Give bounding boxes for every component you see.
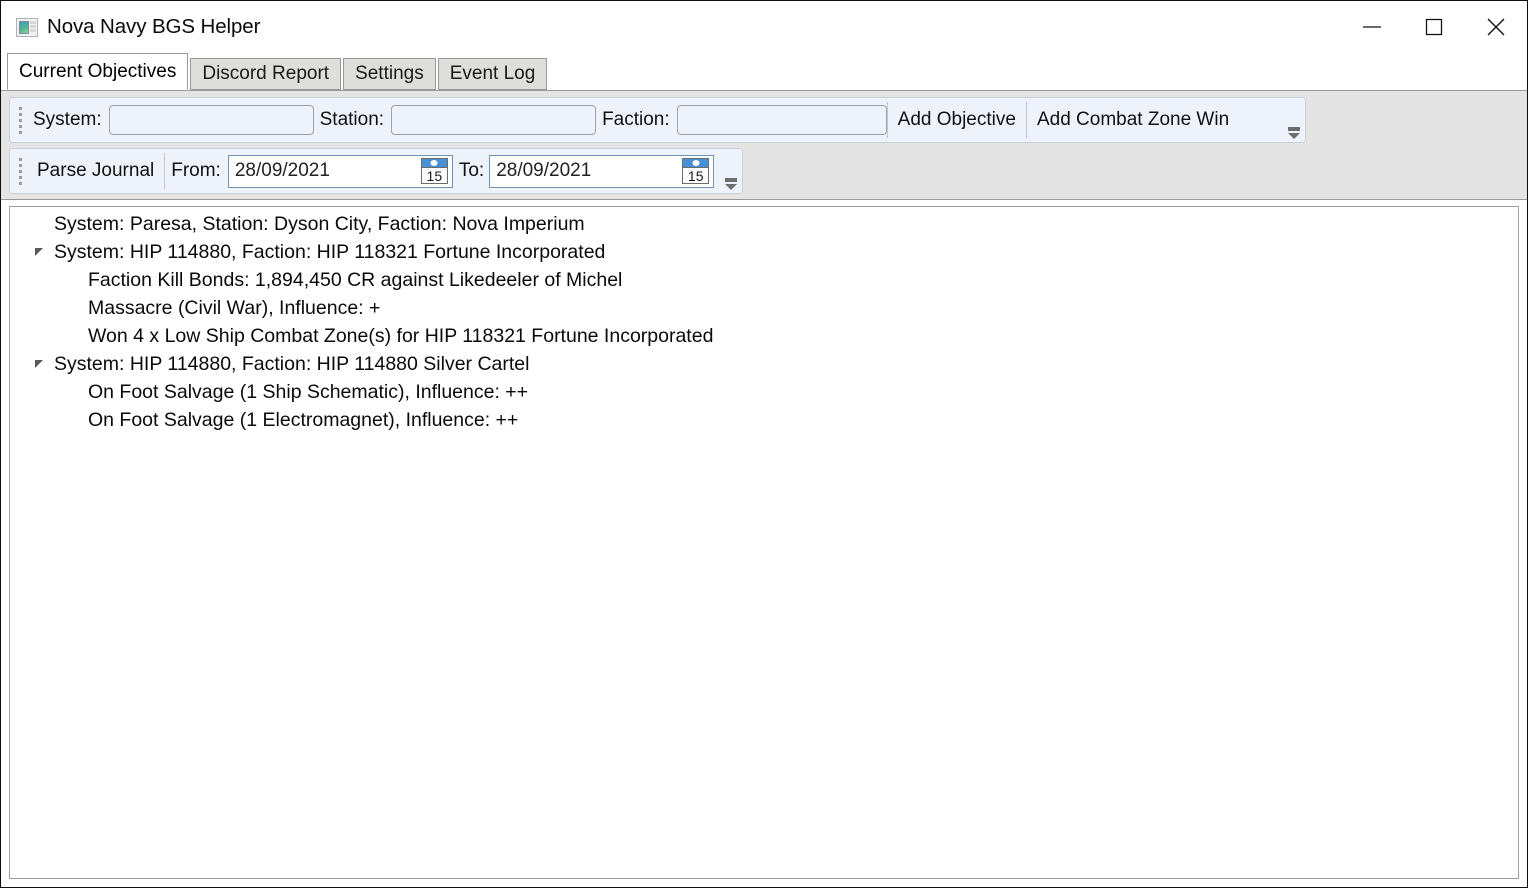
- tab-label: Event Log: [449, 63, 536, 84]
- tree-node-label: System: Paresa, Station: Dyson City, Fac…: [54, 212, 585, 235]
- toolbar-grip[interactable]: [13, 98, 27, 142]
- app-window: Nova Navy BGS Helper Current Objectives: [0, 0, 1528, 888]
- tree-node-label: Massacre (Civil War), Influence: +: [88, 296, 381, 319]
- tab-label: Discord Report: [202, 63, 330, 84]
- tree-node[interactable]: System: HIP 114880, Faction: HIP 114880 …: [10, 350, 1518, 378]
- add-objective-button[interactable]: Add Objective: [888, 98, 1026, 142]
- to-date-picker[interactable]: 15: [489, 154, 715, 188]
- minimize-button[interactable]: [1341, 1, 1403, 53]
- tree-node[interactable]: On Foot Salvage (1 Ship Schematic), Infl…: [10, 378, 1518, 406]
- expander-collapse-icon[interactable]: [24, 360, 54, 368]
- toolbar-overflow-icon[interactable]: [723, 172, 739, 190]
- tree-node-label: Faction Kill Bonds: 1,894,450 CR against…: [88, 268, 623, 291]
- calendar-icon[interactable]: 15: [682, 158, 710, 184]
- maximize-icon: [1425, 18, 1443, 36]
- tree-node-label: System: HIP 114880, Faction: HIP 118321 …: [54, 240, 606, 263]
- tree-node[interactable]: Faction Kill Bonds: 1,894,450 CR against…: [10, 266, 1518, 294]
- toolbar-overflow-icon[interactable]: [1286, 121, 1302, 139]
- toolbar-grip[interactable]: [13, 149, 27, 193]
- tab-label: Current Objectives: [19, 60, 177, 82]
- title-bar: Nova Navy BGS Helper: [1, 1, 1527, 53]
- to-label: To:: [458, 160, 485, 181]
- close-icon: [1486, 17, 1506, 37]
- parse-journal-label: Parse Journal: [37, 160, 155, 181]
- add-objective-label: Add Objective: [897, 109, 1016, 130]
- tree-node-label: On Foot Salvage (1 Ship Schematic), Infl…: [88, 380, 529, 403]
- window-title: Nova Navy BGS Helper: [47, 15, 261, 38]
- tab-label: Settings: [355, 63, 424, 84]
- expander-collapse-icon[interactable]: [24, 248, 54, 256]
- station-input[interactable]: [391, 105, 597, 135]
- calendar-day-label: 15: [421, 168, 447, 183]
- from-label: From:: [171, 160, 221, 181]
- tab-discord-report[interactable]: Discord Report: [190, 58, 342, 90]
- faction-label: Faction:: [602, 109, 670, 130]
- close-button[interactable]: [1465, 1, 1527, 53]
- tree-node-label: System: HIP 114880, Faction: HIP 114880 …: [54, 352, 530, 375]
- station-label: Station:: [319, 109, 385, 130]
- system-label: System:: [33, 109, 102, 130]
- add-combat-zone-win-button[interactable]: Add Combat Zone Win: [1027, 98, 1239, 142]
- toolbar-host: System: Station: Faction: Add Objective …: [1, 90, 1527, 200]
- add-combat-zone-win-label: Add Combat Zone Win: [1036, 109, 1230, 130]
- journal-toolbar: Parse Journal From: 15 To: 15: [9, 148, 743, 194]
- tree-node[interactable]: On Foot Salvage (1 Electromagnet), Influ…: [10, 406, 1518, 434]
- calendar-icon[interactable]: 15: [420, 158, 448, 184]
- tree-node[interactable]: Won 4 x Low Ship Combat Zone(s) for HIP …: [10, 322, 1518, 350]
- objectives-tree[interactable]: System: Paresa, Station: Dyson City, Fac…: [9, 206, 1519, 879]
- tree-node[interactable]: Massacre (Civil War), Influence: +: [10, 294, 1518, 322]
- calendar-day-label: 15: [683, 168, 709, 183]
- tab-strip: Current Objectives Discord Report Settin…: [1, 53, 1527, 90]
- tab-settings[interactable]: Settings: [343, 58, 436, 90]
- system-input[interactable]: [108, 105, 314, 135]
- tab-current-objectives[interactable]: Current Objectives: [7, 53, 189, 90]
- objectives-panel: System: Paresa, Station: Dyson City, Fac…: [1, 200, 1527, 887]
- window-controls: [1341, 1, 1527, 53]
- to-date-input[interactable]: [490, 159, 683, 183]
- minimize-icon: [1361, 21, 1383, 33]
- app-window-icon: [16, 17, 38, 37]
- tab-event-log[interactable]: Event Log: [437, 58, 548, 90]
- tree-node-label: Won 4 x Low Ship Combat Zone(s) for HIP …: [88, 324, 714, 347]
- parse-journal-button[interactable]: Parse Journal: [27, 149, 164, 193]
- objectives-toolbar: System: Station: Faction: Add Objective …: [9, 97, 1306, 143]
- tree-node[interactable]: System: Paresa, Station: Dyson City, Fac…: [10, 210, 1518, 238]
- tree-node[interactable]: System: HIP 114880, Faction: HIP 118321 …: [10, 238, 1518, 266]
- from-date-input[interactable]: [228, 159, 421, 183]
- faction-input[interactable]: [676, 105, 887, 135]
- maximize-button[interactable]: [1403, 1, 1465, 53]
- tree-node-label: On Foot Salvage (1 Electromagnet), Influ…: [88, 408, 519, 431]
- from-date-picker[interactable]: 15: [227, 154, 453, 188]
